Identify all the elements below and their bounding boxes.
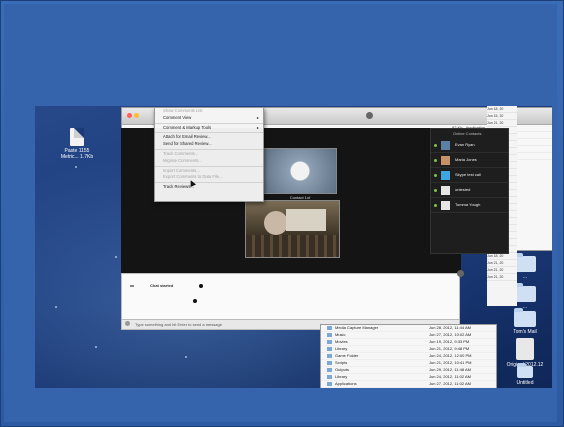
menu-item-comment-view[interactable]: Comment View ▸ — [155, 115, 263, 122]
avatar — [441, 156, 450, 165]
folder-label: Untitled — [516, 380, 534, 386]
list-item[interactable]: Music Jun 27, 2012, 10:02 AM — [321, 332, 496, 339]
list-item[interactable]: Media Capture Manager Jun 28, 2012, 11:44… — [321, 325, 496, 332]
close-button[interactable] — [127, 113, 132, 118]
close-chat-icon[interactable] — [457, 270, 464, 277]
menu-item-attach-email-review[interactable]: Attach for Email Review... — [155, 134, 263, 141]
menu-item-migrate-comments[interactable]: Migrate Comments... — [155, 158, 263, 165]
list-item: Jun 21, 20 — [487, 267, 517, 274]
chat-icon — [130, 285, 134, 287]
contact-item[interactable]: Skype test call — [431, 168, 508, 183]
online-icon — [434, 159, 437, 162]
online-icon — [434, 204, 437, 207]
contact-item[interactable]: Tomma Yough — [431, 198, 508, 213]
folder-icon — [327, 361, 332, 365]
online-icon — [434, 174, 437, 177]
contact-item[interactable]: ontested — [431, 183, 508, 198]
contact-item[interactable]: Evan Ryan — [431, 138, 508, 153]
cursor-dot — [193, 299, 197, 303]
list-item[interactable]: Game Folder Jun 24, 2012, 12:00 PM — [321, 353, 496, 360]
list-item: Jun 21, 20 — [487, 274, 517, 281]
star — [185, 356, 187, 358]
menu-item-export-comments[interactable]: Export Comments to Data File... — [155, 174, 263, 181]
folder-icon — [514, 253, 536, 272]
avatar — [441, 186, 450, 195]
folder-icon — [514, 283, 536, 302]
avatar — [441, 201, 450, 210]
finder-list-window: Media Capture Manager Jun 28, 2012, 11:44… — [320, 324, 497, 388]
menu-separator — [155, 182, 263, 184]
menu-item-track-reviews[interactable]: Track Reviews... — [155, 184, 263, 191]
list-item: Jun 15, 20 — [487, 113, 517, 120]
menu-separator — [155, 165, 263, 167]
folder-icon — [517, 363, 533, 378]
contacts-header: Online Contacts — [453, 131, 482, 136]
gear-icon[interactable] — [366, 112, 373, 119]
folder-icon — [327, 326, 332, 330]
bookshelf — [246, 235, 339, 257]
folder-icon — [327, 340, 332, 344]
menu-separator — [155, 122, 263, 124]
desktop-folder[interactable]: Tom's Mail — [505, 308, 545, 335]
folder-icon — [327, 347, 332, 351]
menu-item-show-comments-list[interactable]: Show Comments List — [155, 108, 263, 115]
desktop: Paste 1155 Metric... 1.7Kb ... ... Tom's… — [35, 106, 552, 388]
desktop-folder[interactable]: Untitled — [505, 363, 545, 386]
menu-item-markup-tools[interactable]: Comment & Markup Tools ▸ — [155, 125, 263, 132]
folder-icon — [327, 333, 332, 337]
list-item[interactable]: Scripts Jun 21, 2012, 10:41 PM — [321, 360, 496, 367]
chevron-right-icon: ▸ — [256, 124, 259, 130]
avatar — [441, 171, 450, 180]
folder-icon — [327, 375, 332, 379]
list-item[interactable]: Library Jun 21, 2012, 9:48 PM — [321, 346, 496, 353]
menu-separator — [155, 148, 263, 150]
list-item[interactable]: Library Jun 24, 2012, 11:02 AM — [321, 374, 496, 381]
status-dot — [199, 284, 203, 288]
contacts-panel: Online Contacts Evan Ryan Maria Jones Sk… — [430, 128, 509, 254]
folder-icon — [327, 382, 332, 386]
list-item[interactable]: Movies Jun 19, 2012, 9:33 PM — [321, 339, 496, 346]
list-item: Jun 21, 20 — [487, 260, 517, 267]
chevron-right-icon: ▸ — [256, 114, 259, 120]
star — [55, 306, 57, 308]
desktop-file-icon[interactable]: Paste 1155 Metric... 1.7Kb — [57, 128, 97, 160]
minimize-button[interactable] — [134, 113, 139, 118]
document-icon — [70, 128, 84, 146]
star — [95, 346, 97, 348]
message-placeholder: Type something and hit Enter to send a m… — [135, 321, 222, 327]
list-item[interactable]: Applications Jun 27, 2012, 11:02 AM — [321, 381, 496, 388]
list-item: Jun 18, 20 — [487, 253, 517, 260]
list-item[interactable]: Outputs Jun 29, 2012, 11:48 AM — [321, 367, 496, 374]
window-light — [286, 209, 326, 231]
person-head — [264, 211, 288, 235]
folder-icon — [514, 308, 536, 327]
menu-item-track-comments[interactable]: Track Comments... — [155, 151, 263, 158]
folder-icon — [327, 368, 332, 372]
participant-video-tile[interactable]: Contact 1of — [263, 148, 337, 200]
monitor-screen: Paste 1155 Metric... 1.7Kb ... ... Tom's… — [4, 4, 557, 422]
folder-label: Tom's Mail — [513, 329, 537, 335]
menu-item-send-shared-review[interactable]: Send for Shared Review... — [155, 141, 263, 148]
avatar — [441, 141, 450, 150]
list-item: Jun 21, 20 — [487, 120, 517, 127]
online-icon — [434, 189, 437, 192]
menu-item-import-comments[interactable]: Import Comments... — [155, 168, 263, 175]
folder-icon — [327, 354, 332, 358]
online-icon — [434, 144, 437, 147]
star — [75, 166, 77, 168]
emoji-icon[interactable] — [125, 321, 130, 326]
drive-icon — [516, 338, 534, 360]
contact-item[interactable]: Maria Jones — [431, 153, 508, 168]
self-video-tile[interactable] — [245, 200, 340, 258]
list-item: Jun 18, 20 — [487, 106, 517, 113]
comment-menu: Show Comments List Comment View ▸ Comment… — [154, 107, 264, 202]
chat-title: Chat started — [150, 283, 174, 288]
desktop-file-sublabel: Metric... 1.7Kb — [60, 154, 94, 160]
star — [115, 256, 117, 258]
menu-separator — [155, 132, 263, 134]
